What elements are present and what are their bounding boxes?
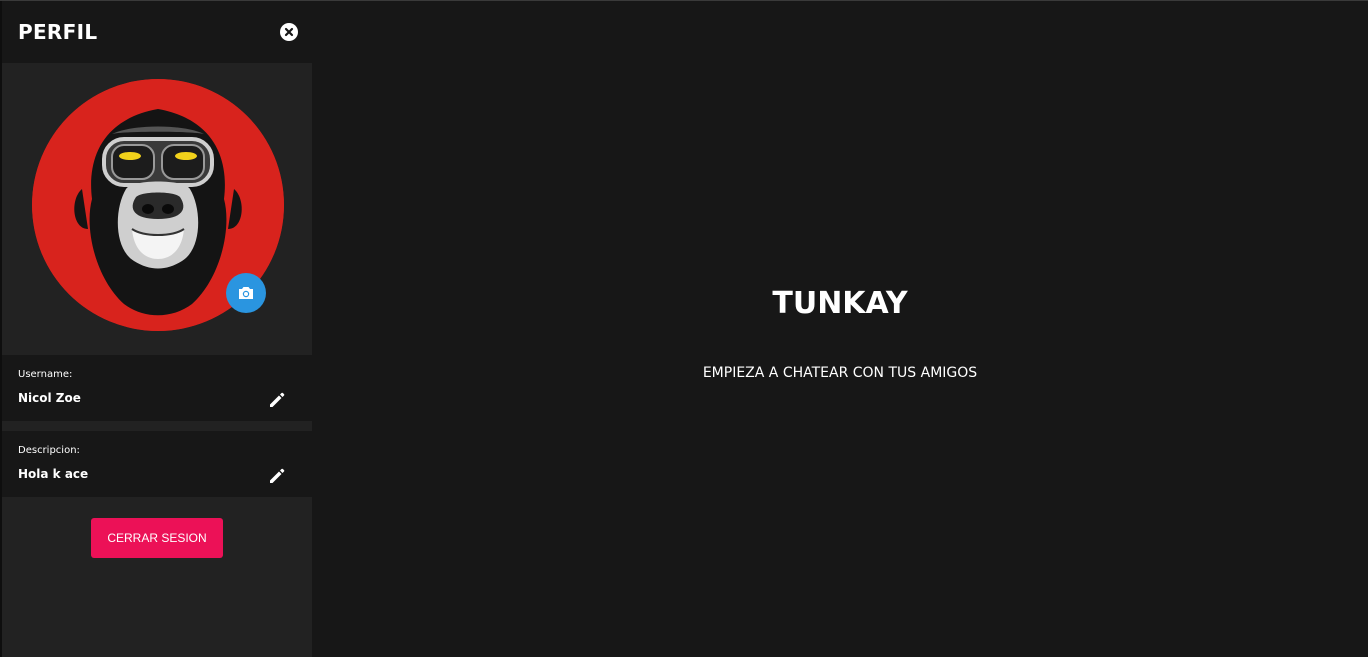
welcome-area: TUNKAY EMPIEZA A CHATEAR CON TUS AMIGOS bbox=[312, 1, 1368, 657]
description-label: Descripcion: bbox=[18, 445, 80, 456]
profile-title: PERFIL bbox=[18, 20, 98, 44]
welcome-subtitle: EMPIEZA A CHATEAR CON TUS AMIGOS bbox=[702, 365, 978, 381]
pencil-icon bbox=[270, 468, 285, 483]
logout-button[interactable]: CERRAR SESION bbox=[91, 518, 223, 558]
username-field: Username: Nicol Zoe bbox=[2, 355, 312, 421]
close-profile-button[interactable] bbox=[280, 23, 298, 41]
description-field: Descripcion: Hola k ace bbox=[2, 431, 312, 497]
pencil-icon bbox=[270, 392, 285, 407]
profile-panel: PERFIL Username: Nicol Zoe Descripcion: … bbox=[0, 1, 312, 657]
profile-header: PERFIL bbox=[2, 1, 312, 63]
description-value: Hola k ace bbox=[18, 467, 89, 481]
username-value: Nicol Zoe bbox=[18, 391, 81, 405]
app-title: TUNKAY bbox=[772, 286, 908, 321]
edit-username-button[interactable] bbox=[268, 391, 286, 409]
close-icon bbox=[284, 27, 294, 37]
change-photo-button[interactable] bbox=[226, 273, 266, 313]
camera-icon bbox=[239, 287, 253, 299]
logout-container: CERRAR SESION bbox=[2, 497, 312, 558]
avatar-section bbox=[2, 63, 312, 355]
edit-description-button[interactable] bbox=[268, 467, 286, 485]
field-divider bbox=[2, 421, 312, 431]
username-label: Username: bbox=[18, 369, 73, 380]
